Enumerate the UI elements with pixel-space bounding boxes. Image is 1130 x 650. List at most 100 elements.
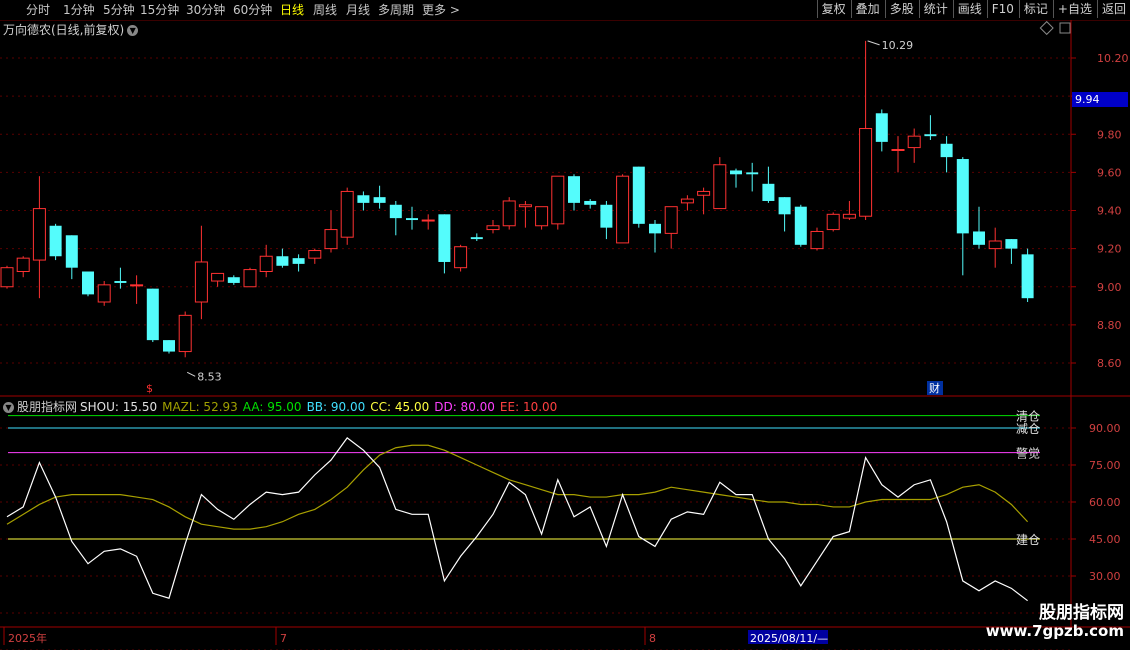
candle-body: [130, 284, 144, 287]
candle-body: [568, 176, 580, 203]
indicator-value-0: SHOU: 15.50: [80, 400, 158, 414]
level-label: 减仓: [1016, 422, 1040, 436]
candle-body: [406, 218, 418, 221]
candle-body: [389, 204, 402, 219]
high-arrow: [867, 40, 880, 46]
date-label: 7: [280, 632, 287, 645]
price-label: 9.00: [1097, 281, 1122, 294]
watermark-url: www.7gpzb.com: [985, 622, 1124, 640]
candle-body: [1005, 239, 1018, 249]
candle-body: [632, 166, 645, 224]
candle-body: [259, 255, 273, 272]
indicator-axis-label: 45.00: [1089, 533, 1121, 546]
candle-body: [470, 237, 483, 240]
diamond-icon: [1039, 20, 1054, 36]
candle-body: [842, 213, 856, 219]
price-label: 9.40: [1097, 205, 1122, 218]
candle-body: [308, 250, 322, 259]
candle-body: [664, 206, 678, 234]
candle-body: [292, 258, 305, 264]
indicator-value-5: DD: 80.00: [434, 400, 495, 414]
indicator-value-4: CC: 45.00: [370, 400, 430, 414]
candle-body: [502, 200, 516, 227]
level-label: 建仓: [1016, 533, 1040, 547]
indicator-value-3: BB: 90.00: [306, 400, 366, 414]
date-label: 2025/08/11/—: [750, 632, 828, 645]
candle-body: [82, 271, 94, 295]
low-arrow: [186, 371, 196, 377]
low-annotation: 8.53: [197, 370, 222, 383]
chevron-down-icon[interactable]: ▼: [3, 402, 14, 413]
price-label: 9.20: [1097, 243, 1122, 256]
candle-body: [16, 257, 30, 272]
indicator-value-1: MAZL: 52.93: [162, 400, 238, 414]
candle-body: [97, 284, 111, 303]
candle-body: [600, 204, 613, 228]
date-label: 2025年: [8, 631, 47, 645]
candle-body: [907, 135, 921, 149]
candle-body: [810, 230, 824, 250]
candle-body: [956, 159, 969, 234]
candle-body: [988, 240, 1002, 250]
chevron-down-icon[interactable]: ▼: [127, 25, 139, 36]
candle-body: [211, 272, 225, 282]
candle-body: [697, 190, 711, 196]
candle-body: [680, 198, 694, 204]
indicator-name: 股朋指标网: [17, 400, 78, 414]
candle-body: [973, 231, 985, 245]
candle-body: [438, 214, 451, 262]
candle-body: [454, 246, 468, 269]
candle-body: [762, 183, 775, 201]
indicator-axis-label: 60.00: [1089, 496, 1121, 509]
indicator-axis-label: 90.00: [1089, 422, 1121, 435]
candle-body: [649, 223, 661, 234]
candle-body: [794, 206, 807, 245]
candle-body: [146, 288, 159, 341]
candle-body: [1021, 254, 1034, 299]
candle-body: [357, 195, 370, 203]
candle-body: [0, 267, 14, 288]
candle-body: [227, 277, 240, 283]
candle-body: [518, 204, 532, 208]
square-icon: [1059, 22, 1071, 34]
indicator-value-2: AA: 95.00: [242, 400, 302, 414]
price-label: 9.80: [1097, 128, 1122, 141]
candle-body: [713, 164, 727, 210]
candle-body: [746, 172, 759, 175]
candle-body: [65, 235, 78, 268]
indicator-axis-label: 75.00: [1089, 459, 1121, 472]
indicator-value-6: EE: 10.00: [499, 400, 558, 414]
candle-body: [49, 225, 62, 257]
candle-body: [178, 314, 192, 353]
candle-body: [163, 340, 175, 352]
candle-body: [730, 170, 742, 175]
candle-body: [826, 213, 840, 231]
candle-body: [551, 175, 565, 225]
indicator-title-bar: ▼ 股朋指标网 SHOU: 15.50 MAZL: 52.93 AA: 95.00 BB:…: [3, 398, 567, 415]
finance-flag: 财: [929, 381, 940, 395]
candle-body: [373, 197, 386, 203]
candle-body: [421, 219, 435, 222]
current-price-tag: 9.94: [1072, 92, 1128, 107]
mazl-line: [6, 444, 1029, 530]
candle-body: [778, 197, 791, 215]
candle-body: [584, 200, 597, 205]
candle-body: [340, 190, 354, 238]
event-flag: $: [146, 382, 153, 395]
candle-body: [276, 256, 289, 266]
candle-body: [194, 261, 208, 303]
candle-body: [875, 113, 888, 142]
candle-body: [243, 269, 257, 288]
date-label: 8: [649, 632, 656, 645]
high-annotation: 10.29: [882, 39, 914, 52]
candle-body: [324, 229, 338, 250]
level-label: 警觉: [1016, 446, 1040, 461]
candle-body: [859, 128, 873, 217]
candle-body: [940, 143, 953, 158]
candle-body: [535, 206, 549, 227]
candle-body: [616, 175, 630, 244]
candle-body: [486, 225, 500, 231]
candle-body: [891, 149, 905, 151]
stock-chart[interactable]: 10.2010.009.809.609.409.209.008.808.6010…: [0, 0, 1130, 650]
price-label: 8.60: [1097, 357, 1122, 370]
